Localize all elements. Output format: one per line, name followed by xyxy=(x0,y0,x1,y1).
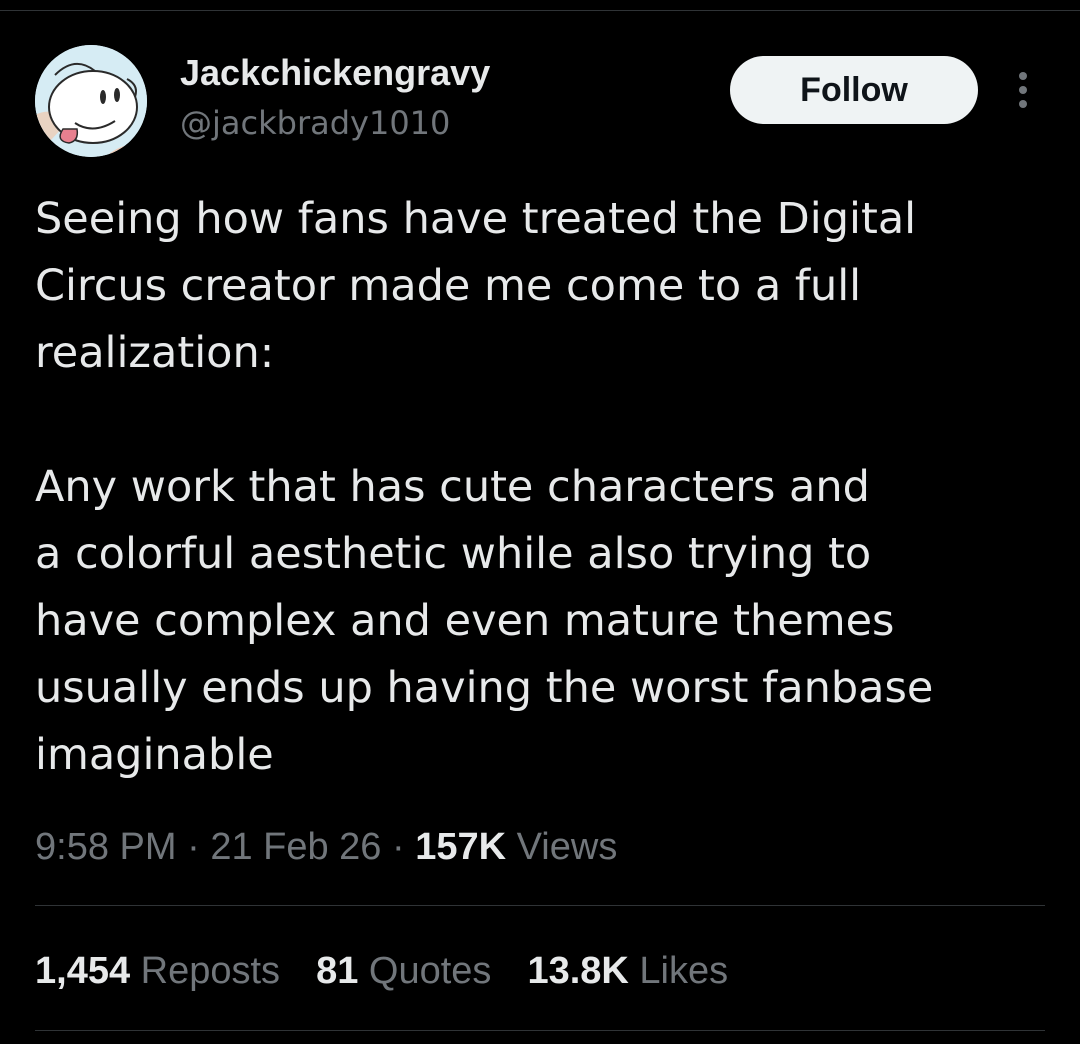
top-divider xyxy=(0,10,1080,11)
quotes-stat[interactable]: 81 Quotes xyxy=(316,950,491,993)
quotes-count: 81 xyxy=(316,950,359,992)
engagement-stats: 1,454 Reposts 81 Quotes 13.8K Likes xyxy=(35,950,728,993)
divider xyxy=(35,905,1045,906)
divider xyxy=(35,1030,1045,1031)
more-options-button[interactable] xyxy=(1006,70,1040,110)
views-count: 157K xyxy=(415,826,507,868)
tweet-meta: 9:58 PM · 21 Feb 26 · 157K Views xyxy=(35,826,617,869)
likes-count: 13.8K xyxy=(527,950,629,992)
author-display-name[interactable]: Jackchickengravy xyxy=(180,52,490,94)
reposts-label: Reposts xyxy=(140,950,281,992)
reposts-count: 1,454 xyxy=(35,950,131,992)
avatar-image xyxy=(35,45,147,157)
meta-separator: · xyxy=(392,826,405,868)
tweet-time[interactable]: 9:58 PM xyxy=(35,826,177,868)
meta-separator: · xyxy=(187,826,200,868)
views-label: Views xyxy=(516,826,618,868)
tweet-text: Seeing how fans have treated the Digital… xyxy=(35,186,1045,789)
reposts-stat[interactable]: 1,454 Reposts xyxy=(35,950,280,993)
avatar[interactable] xyxy=(35,45,147,157)
author-handle[interactable]: @jackbrady1010 xyxy=(180,104,450,142)
quotes-label: Quotes xyxy=(368,950,492,992)
more-vertical-icon xyxy=(1019,72,1027,108)
tweet-paragraph: Any work that has cute characters and a … xyxy=(35,462,934,780)
follow-button[interactable]: Follow xyxy=(730,56,978,124)
likes-stat[interactable]: 13.8K Likes xyxy=(527,950,728,993)
likes-label: Likes xyxy=(639,950,729,992)
tweet-date[interactable]: 21 Feb 26 xyxy=(210,826,381,868)
tweet-paragraph: Seeing how fans have treated the Digital… xyxy=(35,194,917,378)
